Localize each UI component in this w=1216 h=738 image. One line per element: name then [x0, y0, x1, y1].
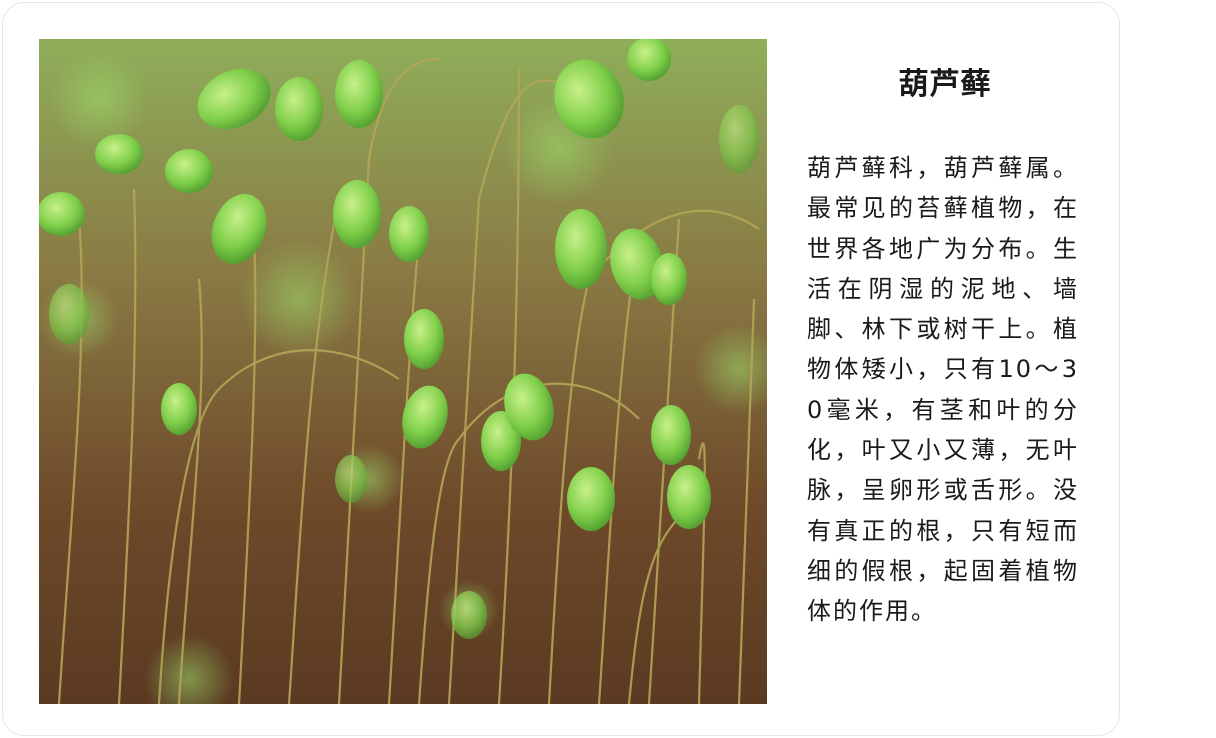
- species-title: 葫芦藓: [898, 67, 992, 102]
- moss-photo-illustration: [39, 39, 767, 704]
- species-description: 葫芦藓科，葫芦藓属。最常见的苔藓植物，在世界各地广为分布。生活在阴湿的泥地、墙脚…: [807, 154, 1079, 626]
- moss-photo: [39, 39, 767, 704]
- info-card: 葫芦藓 葫芦藓科，葫芦藓属。最常见的苔藓植物，在世界各地广为分布。生活在阴湿的泥…: [2, 2, 1120, 736]
